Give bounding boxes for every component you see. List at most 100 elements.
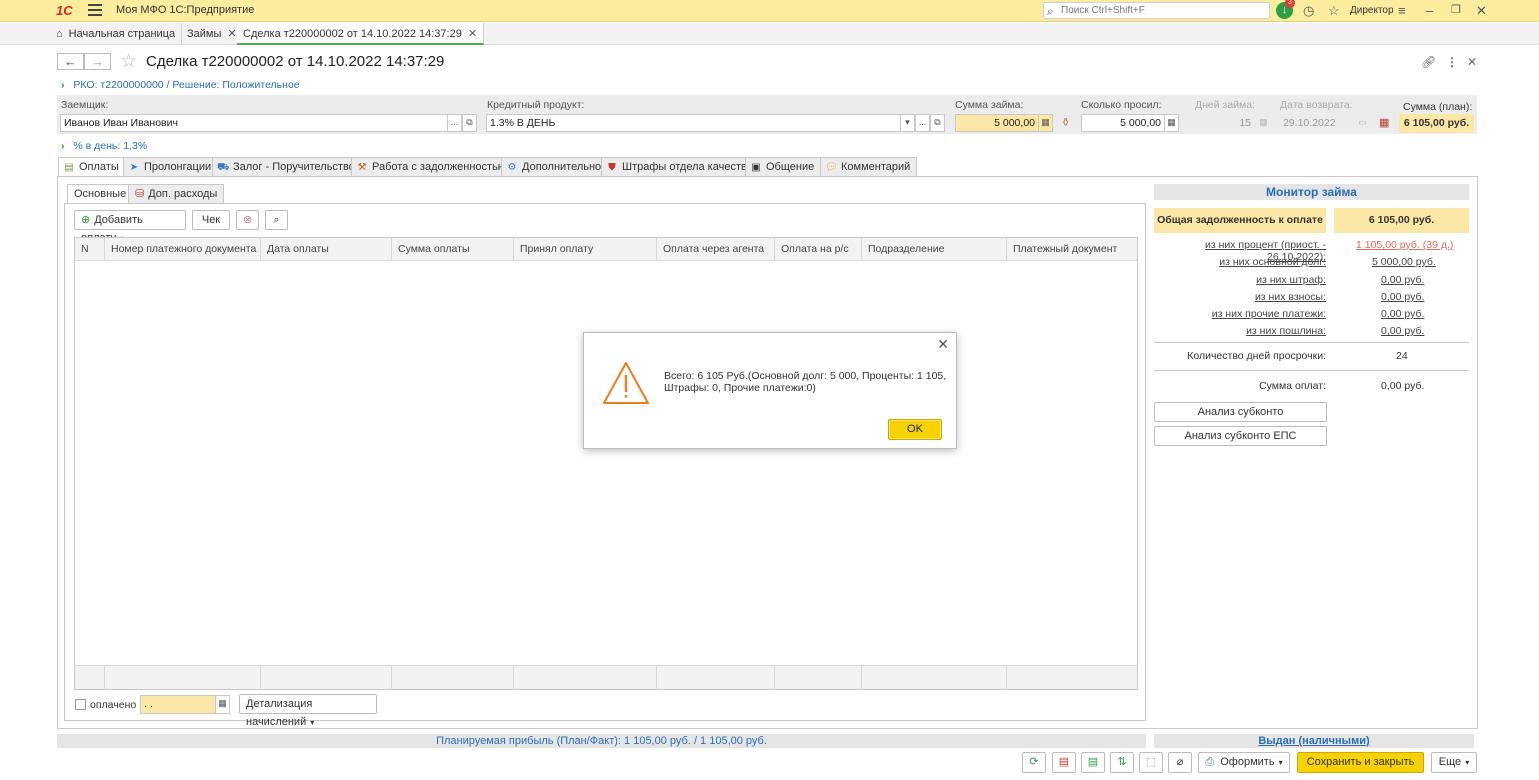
back-button[interactable]: ←: [57, 53, 84, 70]
document-green-icon[interactable]: ▤: [1081, 752, 1105, 773]
tab-prolongations[interactable]: ➤ Пролонгации: [123, 157, 219, 176]
more-button[interactable]: Еще ▾: [1431, 752, 1477, 773]
tab-communication[interactable]: ▣ Общение: [745, 157, 822, 176]
other-payments-value[interactable]: 0,00 руб.: [1381, 308, 1424, 320]
fine-label[interactable]: из них штраф:: [1154, 274, 1326, 286]
close-window-icon[interactable]: ✕: [1476, 3, 1487, 19]
refresh-icon[interactable]: ⟳: [1022, 752, 1046, 773]
tab-loans[interactable]: Займы ✕: [181, 23, 244, 45]
add-payment-button[interactable]: ⊕Добавить оплату▾: [74, 210, 186, 244]
document-print-icon[interactable]: ▤: [1052, 752, 1076, 773]
tab-label: Залог - Поручительство: [233, 161, 355, 173]
fees-label[interactable]: из них взносы:: [1154, 291, 1326, 303]
column-header[interactable]: Дата оплаты: [261, 238, 392, 261]
column-header[interactable]: Оплата через агента: [657, 238, 775, 261]
product-open-icon[interactable]: ⧉: [930, 114, 945, 132]
divider: [1154, 342, 1469, 343]
ok-button[interactable]: OK: [888, 419, 942, 440]
column-header[interactable]: Оплата на р/с: [775, 238, 862, 261]
link-icon[interactable]: 🔗︎: [1421, 55, 1436, 69]
user-name[interactable]: Директор: [1350, 5, 1394, 16]
breadcrumb[interactable]: › РКО: т2200000000 / Решение: Положитель…: [61, 79, 300, 91]
percent-link[interactable]: % в день: 1,3%: [73, 140, 147, 152]
tab-quality-fines[interactable]: ⛊ Штрафы отдела качества: [601, 157, 760, 176]
forward-button[interactable]: →: [84, 53, 111, 70]
issued-status-link[interactable]: Выдан (наличными): [1154, 734, 1474, 748]
hamburger-menu-icon[interactable]: [88, 4, 102, 16]
product-select-button[interactable]: ...: [915, 114, 930, 132]
borrower-select-button[interactable]: ...: [447, 114, 462, 132]
product-field[interactable]: 1.3% В ДЕНЬ: [486, 114, 901, 132]
duty-label[interactable]: из них пошлина:: [1154, 325, 1326, 337]
duty-value[interactable]: 0,00 руб.: [1381, 325, 1424, 337]
check-button[interactable]: Чек: [192, 210, 230, 230]
attachment-icon[interactable]: ⌀: [1168, 752, 1192, 773]
tab-debt-work[interactable]: ⚒ Работа с задолженностью: [351, 157, 514, 176]
overdue-days-label: Количество дней просрочки:: [1187, 350, 1326, 362]
subconto-eps-analysis-button[interactable]: Анализ субконто ЕПС: [1154, 426, 1327, 446]
favorite-star-icon[interactable]: ☆: [120, 50, 137, 73]
tab-home[interactable]: ⌂ Начальная страница: [50, 23, 183, 45]
borrower-open-icon[interactable]: ⧉: [462, 114, 477, 132]
coins-icon[interactable]: ⚱: [1061, 116, 1070, 129]
calculator-icon[interactable]: ▦: [1038, 114, 1053, 132]
fees-value[interactable]: 0,00 руб.: [1381, 291, 1424, 303]
save-and-close-button[interactable]: Сохранить и закрыть: [1297, 752, 1424, 773]
chevron-down-icon: ▾: [1278, 758, 1283, 767]
accrual-details-button[interactable]: Детализация начислений ▾: [239, 694, 377, 728]
principal-value[interactable]: 5 000,00 руб.: [1372, 256, 1436, 268]
notifications-icon[interactable]: ↓ 3: [1276, 0, 1295, 19]
fine-value[interactable]: 0,00 руб.: [1381, 274, 1424, 286]
close-tab-icon[interactable]: ✕: [227, 28, 236, 40]
minimize-icon[interactable]: –: [1426, 3, 1433, 18]
subtab-extra-costs[interactable]: ⛁ Доп. расходы: [128, 184, 225, 203]
column-header[interactable]: Подразделение: [862, 238, 1007, 261]
tab-label: Общение: [766, 161, 815, 173]
cancel-icon[interactable]: ⊗: [236, 210, 259, 230]
search-input[interactable]: [1061, 4, 1266, 17]
close-icon[interactable]: ✕: [937, 336, 949, 353]
column-header[interactable]: Сумма оплаты: [392, 238, 514, 261]
format-button[interactable]: ⎙ Оформить ▾: [1198, 752, 1290, 773]
payments-table[interactable]: N Номер платежного документа Дата оплаты…: [74, 237, 1138, 690]
product-dropdown-icon[interactable]: ▾: [900, 114, 915, 132]
tab-comment[interactable]: 💬︎ Комментарий: [820, 157, 918, 176]
principal-label[interactable]: из них основной долг:: [1154, 256, 1326, 268]
column-header[interactable]: N: [75, 238, 105, 261]
loan-sum-field[interactable]: 5 000,00: [955, 114, 1039, 132]
global-search[interactable]: ⌕: [1043, 2, 1270, 19]
package-icon[interactable]: ⬚: [1139, 752, 1163, 773]
search-icon[interactable]: ⌕: [265, 210, 288, 230]
calendar-icon[interactable]: ▦: [215, 695, 230, 714]
paid-date-field[interactable]: . .: [140, 695, 216, 714]
subconto-analysis-button[interactable]: Анализ субконто: [1154, 402, 1327, 422]
percent-per-day[interactable]: › % в день: 1,3%: [61, 140, 147, 152]
dt-kt-icon[interactable]: ⇅: [1110, 752, 1134, 773]
tab-deal[interactable]: Сделка т220000002 от 14.10.2022 14:37:29…: [237, 23, 485, 45]
settings-menu-icon[interactable]: ≡: [1398, 3, 1406, 18]
column-header[interactable]: Номер платежного документа: [105, 238, 261, 261]
chat-icon: ▣: [751, 162, 761, 173]
interest-value[interactable]: 1 105,00 руб. (39 д.): [1356, 239, 1453, 251]
app-title: Моя МФО 1С:Предприятие: [116, 4, 255, 16]
favorites-star-icon[interactable]: ☆: [1328, 3, 1340, 19]
restore-icon[interactable]: ❐: [1451, 3, 1461, 16]
tab-deal-label: Сделка т220000002 от 14.10.2022 14:37:29: [243, 28, 462, 40]
column-header[interactable]: Платежный документ: [1007, 238, 1138, 261]
calculator-icon[interactable]: ▦: [1164, 114, 1179, 132]
borrower-field[interactable]: Иванов Иван Иванович: [60, 114, 448, 132]
breadcrumb-link[interactable]: РКО: т2200000000 / Решение: Положительно…: [73, 79, 299, 91]
tab-payments[interactable]: ▤ Оплаты: [58, 157, 126, 177]
close-tab-icon[interactable]: ✕: [468, 28, 477, 40]
requested-field[interactable]: 5 000,00: [1081, 114, 1165, 132]
more-options-icon[interactable]: ⋮: [1446, 55, 1458, 69]
history-icon[interactable]: ◷: [1303, 3, 1314, 19]
tab-additional[interactable]: ⚙ Дополнительно: [501, 157, 609, 176]
paid-checkbox[interactable]: [75, 699, 86, 710]
subtab-main[interactable]: Основные: [67, 184, 134, 203]
column-header[interactable]: Принял оплату: [514, 238, 657, 261]
close-form-icon[interactable]: ✕: [1467, 55, 1477, 69]
calendar-red-icon[interactable]: ▦: [1379, 116, 1389, 129]
other-payments-label[interactable]: из них прочие платежи:: [1154, 308, 1326, 320]
tab-pledge[interactable]: ⛟ Залог - Поручительство: [212, 157, 362, 176]
